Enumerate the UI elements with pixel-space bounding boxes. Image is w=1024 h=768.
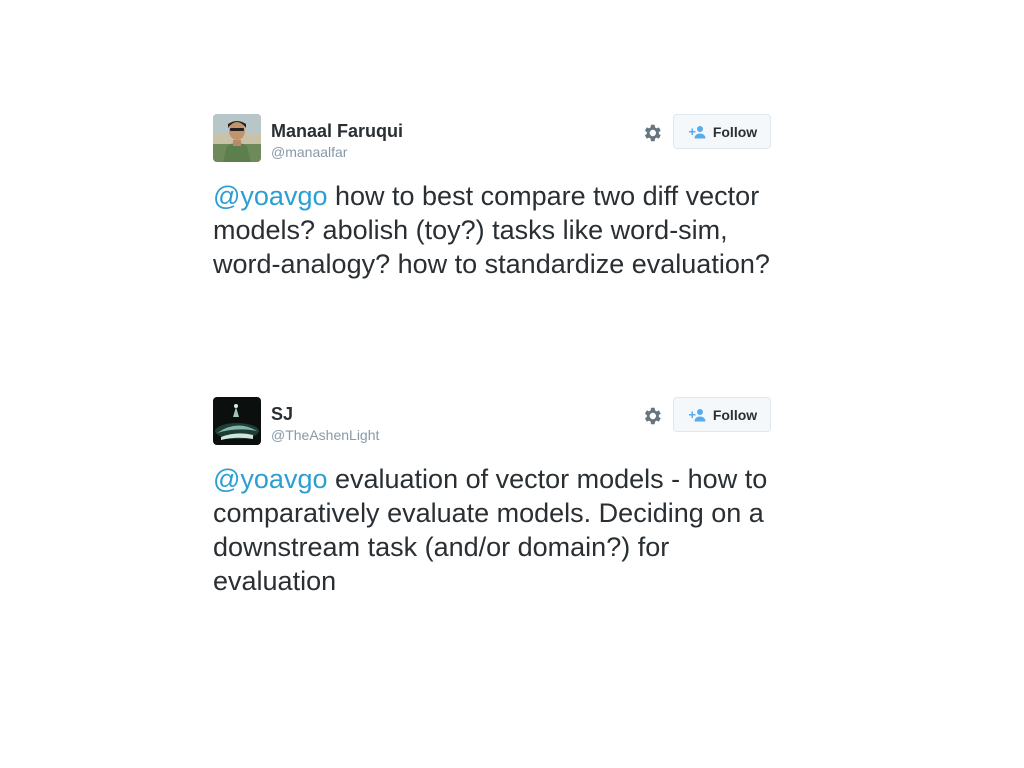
tweet-header: SJ @TheAshenLight Follow bbox=[213, 397, 773, 447]
follow-button[interactable]: Follow bbox=[673, 397, 771, 432]
follow-button[interactable]: Follow bbox=[673, 114, 771, 149]
add-user-icon bbox=[688, 408, 706, 421]
user-handle[interactable]: @manaalfar bbox=[271, 144, 347, 160]
tweet-header: Manaal Faruqui @manaalfar Follow bbox=[213, 114, 773, 164]
mention-link[interactable]: @yoavgo bbox=[213, 464, 327, 494]
tweet-card: Manaal Faruqui @manaalfar Follow @yoavgo… bbox=[213, 114, 773, 281]
tweet-text: @yoavgo evaluation of vector models - ho… bbox=[213, 462, 773, 598]
follow-label: Follow bbox=[712, 406, 758, 423]
gear-icon[interactable] bbox=[641, 122, 663, 144]
user-name[interactable]: SJ bbox=[271, 404, 293, 425]
add-user-icon bbox=[688, 125, 706, 138]
follow-label: Follow bbox=[712, 123, 758, 140]
user-name[interactable]: Manaal Faruqui bbox=[271, 121, 403, 142]
gear-icon[interactable] bbox=[641, 405, 663, 427]
avatar[interactable] bbox=[213, 114, 261, 162]
avatar[interactable] bbox=[213, 397, 261, 445]
tweet-card: SJ @TheAshenLight Follow @yoavgo evaluat… bbox=[213, 397, 773, 598]
mention-link[interactable]: @yoavgo bbox=[213, 181, 327, 211]
tweet-text: @yoavgo how to best compare two diff vec… bbox=[213, 179, 773, 281]
user-handle[interactable]: @TheAshenLight bbox=[271, 427, 379, 443]
